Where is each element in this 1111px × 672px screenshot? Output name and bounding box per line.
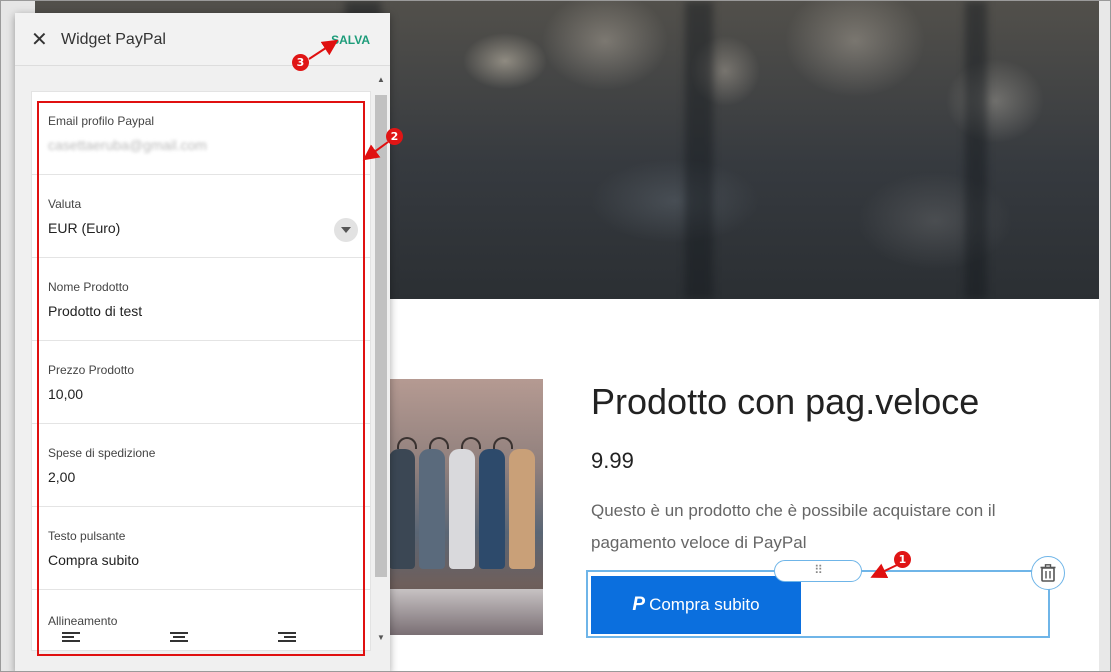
panel-title: Widget PayPal (61, 31, 166, 48)
field-label: Email profilo Paypal (48, 114, 155, 128)
close-icon[interactable]: ✕ (31, 27, 48, 52)
trash-icon (1040, 564, 1056, 582)
field-label: Nome Prodotto (48, 280, 129, 294)
buy-now-button[interactable]: P Compra subito (591, 576, 801, 634)
align-center-icon[interactable] (170, 632, 188, 646)
product-description: Questo è un prodotto che è possibile acq… (591, 501, 996, 552)
panel-header: ✕ Widget PayPal SALVA (15, 13, 390, 66)
field-label: Valuta (48, 197, 82, 211)
widget-settings-form: Email profilo Paypal casettaeruba@gmail.… (31, 91, 371, 651)
chevron-down-icon[interactable] (334, 218, 358, 242)
product-name-input[interactable]: Prodotto di test (48, 303, 142, 319)
panel-scrollbar[interactable]: ▲ ▼ (373, 71, 389, 651)
field-label: Spese di spedizione (48, 446, 156, 460)
align-left-icon[interactable] (62, 632, 80, 646)
align-right-icon[interactable] (278, 632, 296, 646)
annotation-badge-1: 1 (894, 551, 911, 568)
shipping-input[interactable]: 2,00 (48, 469, 75, 485)
field-email[interactable]: Email profilo Paypal casettaeruba@gmail.… (32, 92, 370, 175)
buy-now-label: Compra subito (649, 595, 760, 614)
product-price-input[interactable]: 10,00 (48, 386, 83, 402)
field-product-name[interactable]: Nome Prodotto Prodotto di test (32, 258, 370, 341)
page-margin (1099, 1, 1110, 671)
button-text-input[interactable]: Compra subito (48, 552, 139, 568)
product-title: Prodotto con pag.veloce (591, 381, 980, 422)
field-button-text[interactable]: Testo pulsante Compra subito (32, 507, 370, 590)
save-button[interactable]: SALVA (331, 33, 370, 47)
screenshot-frame: Prodotto con pag.veloce 9.99 Questo è un… (0, 0, 1111, 672)
delete-widget-button[interactable] (1031, 556, 1065, 590)
currency-select[interactable]: EUR (Euro) (48, 220, 120, 236)
field-label: Prezzo Prodotto (48, 363, 135, 377)
annotation-badge-2: 2 (386, 128, 403, 145)
field-product-price[interactable]: Prezzo Prodotto 10,00 (32, 341, 370, 424)
product-image (389, 379, 543, 635)
scrollbar-thumb[interactable] (375, 95, 387, 577)
scroll-down-icon[interactable]: ▼ (377, 633, 385, 642)
product-price: 9.99 (591, 448, 634, 473)
email-input[interactable]: casettaeruba@gmail.com (48, 137, 207, 153)
field-label: Testo pulsante (48, 529, 126, 543)
drag-handle-icon[interactable]: ⠿ (774, 560, 862, 582)
annotation-badge-3: 3 (292, 54, 309, 71)
field-label: Allineamento (48, 614, 118, 628)
scroll-up-icon[interactable]: ▲ (377, 75, 385, 84)
paypal-icon: P (632, 594, 646, 615)
alignment-options (48, 632, 358, 650)
field-shipping[interactable]: Spese di spedizione 2,00 (32, 424, 370, 507)
paypal-widget-panel: ✕ Widget PayPal SALVA Email profilo Payp… (15, 13, 390, 671)
field-currency[interactable]: Valuta EUR (Euro) (32, 175, 370, 258)
